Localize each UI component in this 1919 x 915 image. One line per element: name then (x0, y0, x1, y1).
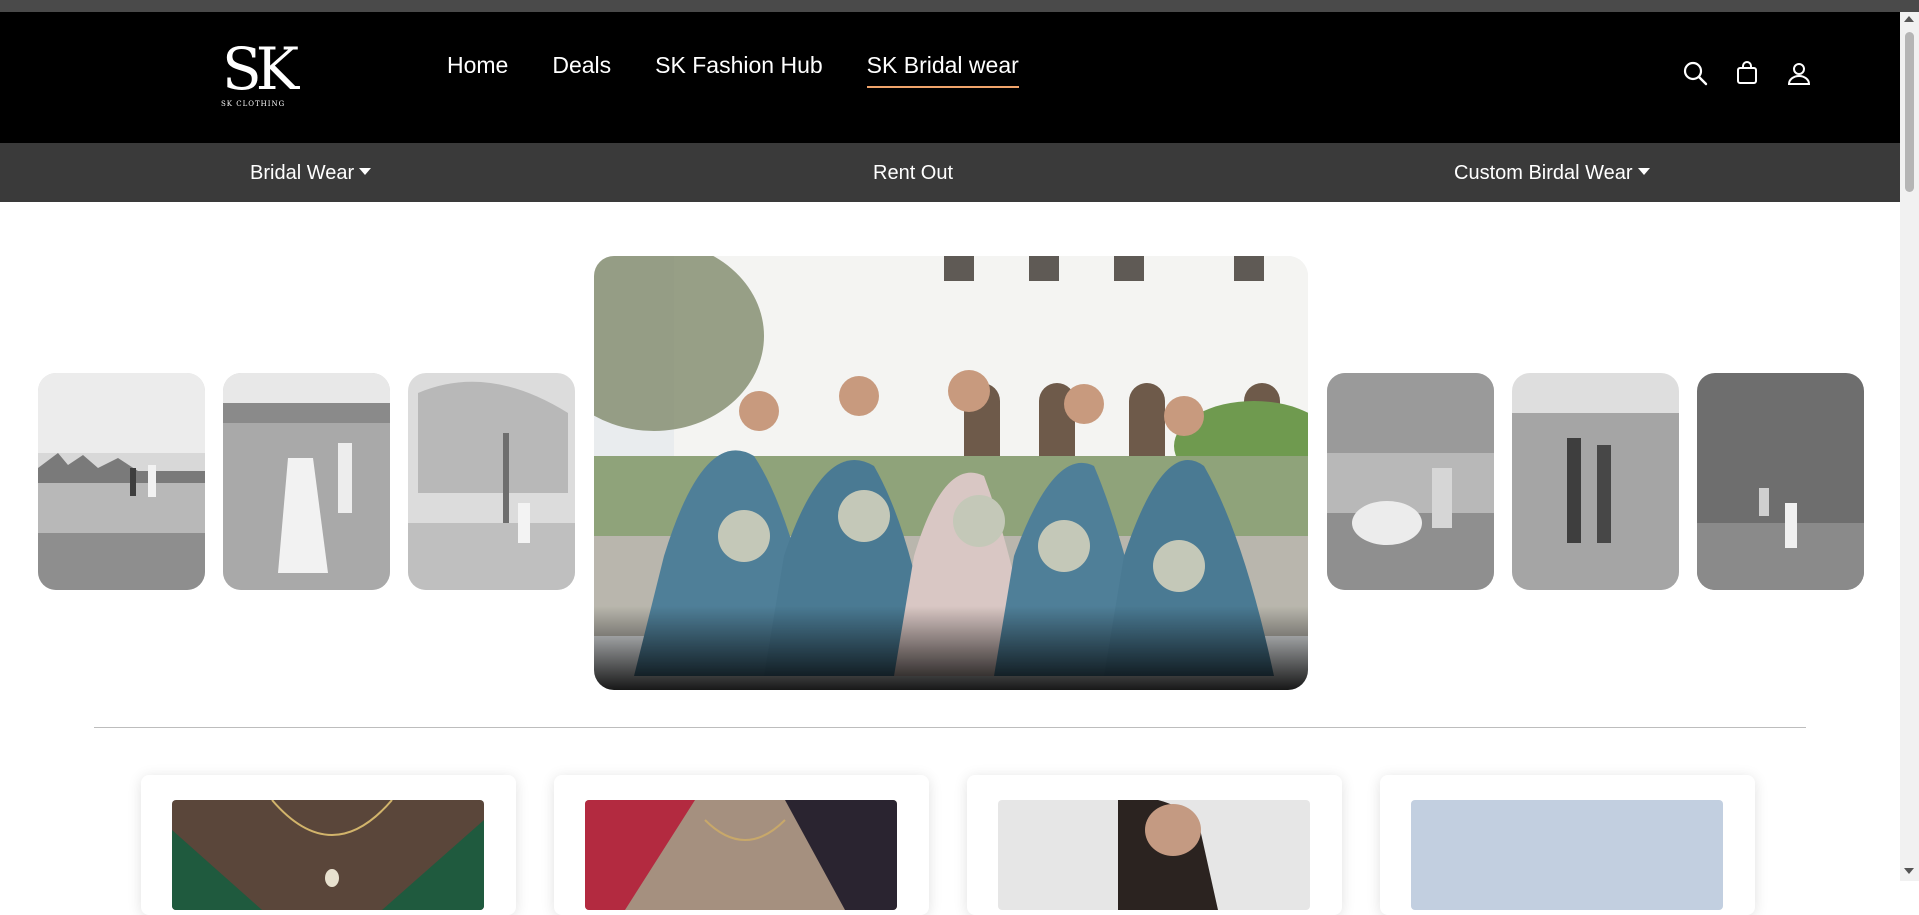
couple-standing-photo (1512, 373, 1679, 590)
brand-logo[interactable]: SK SK CLOTHING (218, 34, 308, 116)
couple-lake-photo (38, 373, 205, 590)
subnav-rent-out[interactable]: Rent Out (873, 160, 953, 186)
carousel-thumbnail[interactable] (408, 373, 575, 590)
product-card[interactable] (554, 775, 929, 915)
scroll-up-arrow-icon[interactable] (1904, 16, 1914, 22)
subnav-label: Bridal Wear (250, 162, 355, 184)
subnav-label: Custom Birdal Wear (1454, 162, 1633, 184)
couple-jumping-photo (1697, 373, 1864, 590)
carousel-thumbnail[interactable] (1697, 373, 1864, 590)
carousel-thumbnail[interactable] (223, 373, 390, 590)
logo-mark: SK (222, 35, 299, 103)
nav-bridal-wear[interactable]: SK Bridal wear (866, 50, 1019, 88)
carousel-thumbnail[interactable] (38, 373, 205, 590)
sub-navigation: Bridal Wear Rent Out Custom Birdal Wear (0, 143, 1900, 202)
caret-down-icon (1637, 168, 1650, 176)
header-icons (1682, 60, 1812, 86)
browser-top-strip (0, 0, 1919, 12)
nav-fashion-hub[interactable]: SK Fashion Hub (655, 50, 822, 88)
main-nav: Home Deals SK Fashion Hub SK Bridal wear (447, 50, 1019, 88)
subnav-custom-bridal-wear[interactable]: Custom Birdal Wear (1454, 160, 1650, 186)
blue-dress-product (1411, 800, 1723, 910)
product-image (1411, 800, 1723, 910)
page-scrollbar[interactable] (1900, 12, 1919, 881)
product-image (998, 800, 1310, 910)
product-card[interactable] (967, 775, 1342, 915)
product-image (172, 800, 484, 910)
scrollbar-thumb[interactable] (1905, 32, 1914, 192)
product-card[interactable] (1380, 775, 1755, 915)
product-image (585, 800, 897, 910)
logo-subtext: SK CLOTHING (221, 100, 286, 108)
bridal-party-photo (594, 256, 1308, 690)
subnav-bridal-wear[interactable]: Bridal Wear (250, 160, 372, 186)
green-saree-product (172, 800, 484, 910)
product-card[interactable] (141, 775, 516, 915)
site-header: SK SK CLOTHING Home Deals SK Fashion Hub… (0, 12, 1900, 143)
subnav-label: Rent Out (873, 162, 954, 184)
bride-tree-photo (408, 373, 575, 590)
nav-home[interactable]: Home (447, 50, 508, 88)
red-saree-product (585, 800, 897, 910)
nav-deals[interactable]: Deals (552, 50, 611, 88)
scroll-down-arrow-icon[interactable] (1904, 868, 1914, 874)
caret-down-icon (359, 168, 372, 176)
search-icon[interactable] (1682, 60, 1708, 86)
carousel-thumbnail[interactable] (1327, 373, 1494, 590)
grey-gown-product (998, 800, 1310, 910)
couple-seated-photo (1327, 373, 1494, 590)
carousel-thumbnail[interactable] (1512, 373, 1679, 590)
user-icon[interactable] (1786, 60, 1812, 86)
carousel-featured-image[interactable] (594, 256, 1308, 690)
shopping-bag-icon[interactable] (1734, 60, 1760, 86)
section-divider (94, 727, 1806, 728)
couple-field-photo (223, 373, 390, 590)
